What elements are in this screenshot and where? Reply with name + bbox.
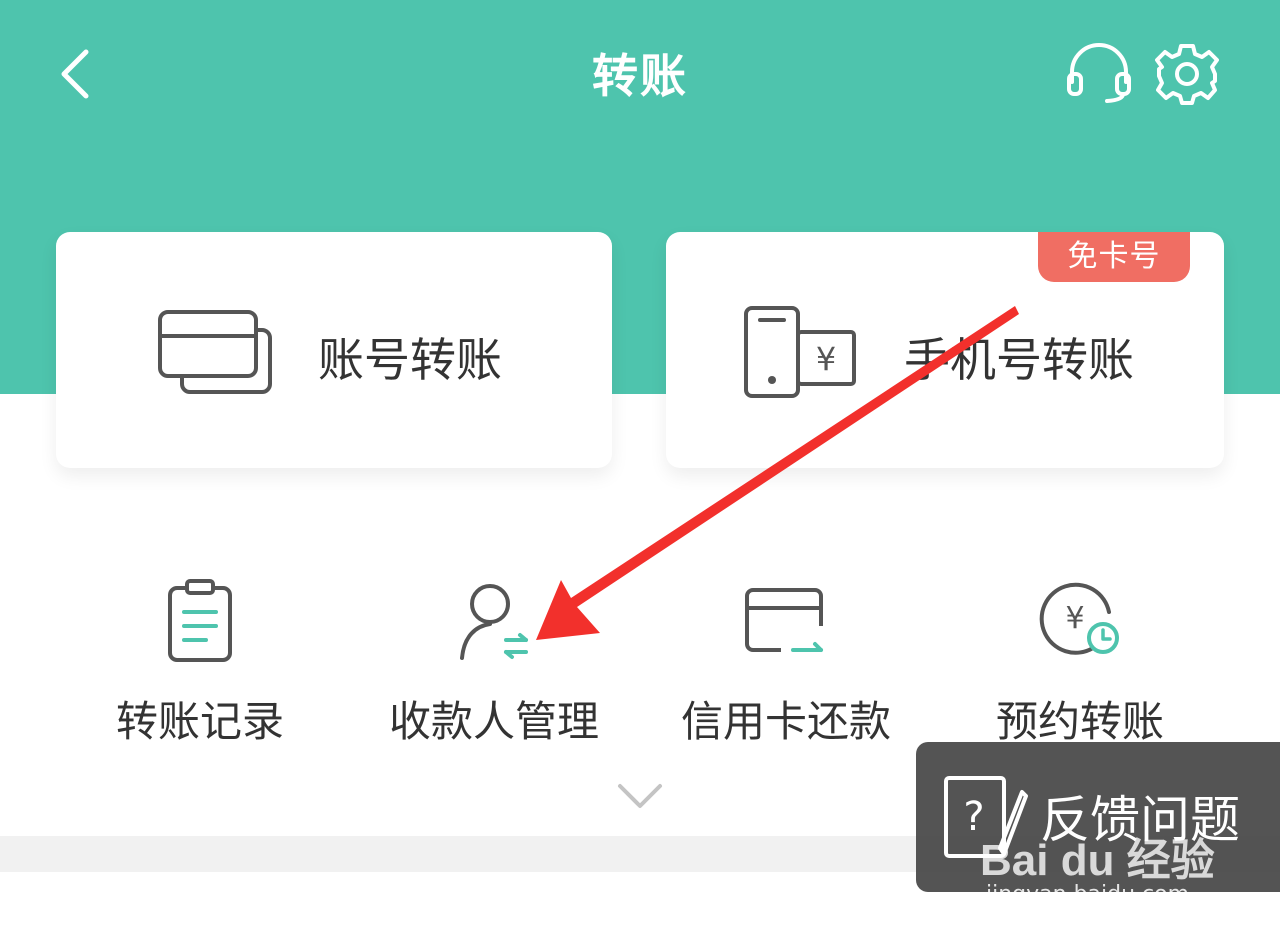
credit-card-icon <box>745 588 823 652</box>
yuan-clock-icon: ¥ <box>1039 582 1119 655</box>
expand-button[interactable] <box>612 776 668 816</box>
customer-service-button[interactable] <box>1064 42 1134 104</box>
clipboard-icon <box>168 579 232 662</box>
payee-management-label: 收款人管理 <box>388 697 599 746</box>
account-transfer-card[interactable]: 账号转账 <box>56 232 612 468</box>
transfer-records-label: 转账记录 <box>115 697 284 746</box>
svg-text:¥: ¥ <box>816 340 836 378</box>
feedback-button[interactable]: ? 反馈问题 <box>916 742 1280 892</box>
scheduled-transfer-label: 预约转账 <box>995 697 1164 746</box>
no-card-number-badge: 免卡号 <box>1038 232 1190 282</box>
gear-icon <box>1155 44 1219 105</box>
svg-text:?: ? <box>963 794 984 840</box>
question-pencil-icon: ? <box>944 776 1028 858</box>
payee-management-button[interactable]: 收款人管理 <box>344 576 644 756</box>
settings-button[interactable] <box>1152 40 1222 106</box>
account-transfer-label: 账号转账 <box>318 333 502 387</box>
svg-text:¥: ¥ <box>1065 601 1084 636</box>
phone-yuan-icon: ¥ <box>744 306 856 398</box>
credit-card-repayment-button[interactable]: 信用卡还款 <box>636 576 936 756</box>
bank-cards-icon <box>158 310 272 394</box>
feedback-label: 反馈问题 <box>1040 791 1240 849</box>
credit-card-repayment-label: 信用卡还款 <box>680 697 891 746</box>
scheduled-transfer-button[interactable]: ¥ 预约转账 <box>930 576 1230 756</box>
phone-transfer-label: 手机号转账 <box>904 333 1134 387</box>
payee-manage-icon <box>460 584 528 660</box>
phone-transfer-card[interactable]: ¥ 手机号转账 免卡号 <box>666 232 1224 468</box>
transfer-records-button[interactable]: 转账记录 <box>50 576 350 756</box>
chevron-down-icon <box>618 784 662 808</box>
headset-icon <box>1067 43 1131 103</box>
